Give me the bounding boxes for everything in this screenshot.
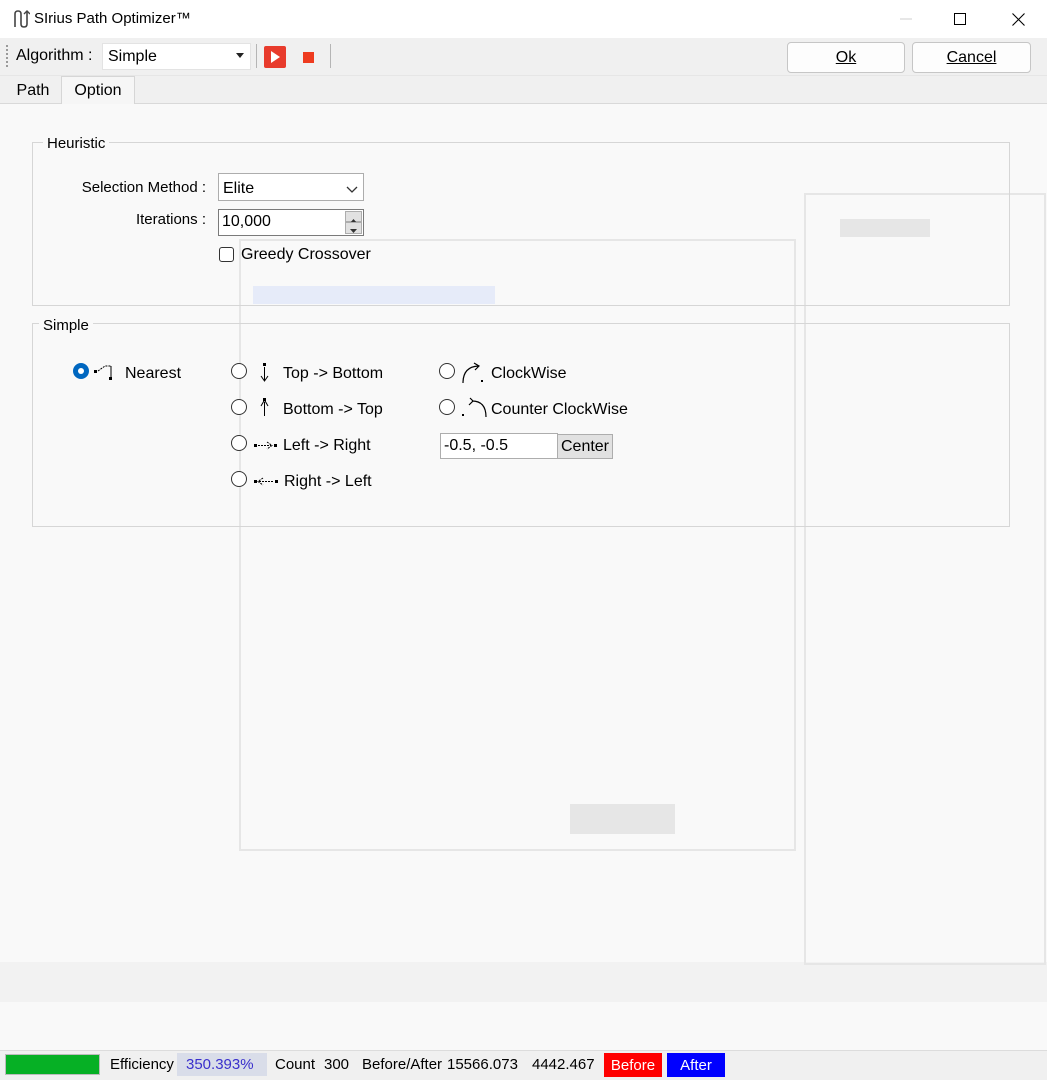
simple-group — [32, 323, 1010, 527]
option-left-right-label[interactable]: Left -> Right — [283, 437, 371, 455]
close-icon — [1011, 12, 1025, 26]
nearest-icon — [93, 362, 113, 384]
toolbar-grip[interactable] — [6, 45, 9, 67]
app-icon — [12, 9, 31, 29]
play-button[interactable] — [264, 46, 286, 68]
option-nearest-label[interactable]: Nearest — [125, 365, 181, 383]
iterations-up-button[interactable] — [345, 211, 362, 223]
count-label: Count — [275, 1056, 316, 1073]
simple-group-title: Simple — [39, 317, 93, 334]
heuristic-group-title: Heuristic — [43, 135, 110, 152]
cancel-button-label: Cancel — [946, 48, 997, 66]
radio-nearest[interactable] — [73, 363, 89, 379]
clockwise-icon — [460, 362, 483, 384]
iterations-label: Iterations : — [135, 211, 206, 228]
maximize-icon — [954, 13, 966, 25]
radio-right-left[interactable] — [231, 471, 247, 487]
arrow-down-icon — [350, 229, 357, 233]
center-button-label: Center — [560, 437, 610, 455]
progress-bar — [5, 1054, 100, 1075]
after-value: 4442.467 — [532, 1056, 595, 1073]
right-left-icon — [253, 470, 278, 492]
close-button[interactable] — [992, 0, 1044, 38]
algorithm-label: Algorithm : — [16, 47, 93, 64]
minimize-icon — [900, 18, 912, 20]
left-right-icon — [253, 434, 277, 456]
efficiency-value: 350.393% — [186, 1056, 254, 1073]
tab-path[interactable]: Path — [5, 78, 61, 104]
tab-option[interactable]: Option — [61, 76, 135, 105]
dropdown-arrow-icon[interactable] — [236, 53, 244, 58]
window-title: SIrius Path Optimizer™ — [34, 10, 191, 27]
selection-method-value: Elite — [223, 180, 255, 197]
iterations-value[interactable]: 10,000 — [222, 213, 271, 231]
selection-method-label: Selection Method : — [81, 179, 206, 196]
count-value: 300 — [324, 1056, 350, 1073]
before-value: 15566.073 — [447, 1056, 518, 1073]
option-bottom-top-label[interactable]: Bottom -> Top — [283, 401, 383, 419]
option-top-bottom-label[interactable]: Top -> Bottom — [283, 365, 383, 383]
maximize-button[interactable] — [934, 0, 986, 38]
top-bottom-icon — [254, 362, 274, 384]
radio-counter-clockwise[interactable] — [439, 399, 455, 415]
before-after-label: Before/After — [362, 1056, 443, 1073]
center-value[interactable]: -0.5, -0.5 — [444, 437, 508, 455]
toolbar-separator — [256, 44, 257, 68]
radio-left-right[interactable] — [231, 435, 247, 451]
toolbar-separator — [330, 44, 331, 68]
counter-clockwise-icon — [460, 397, 487, 419]
option-right-left-label[interactable]: Right -> Left — [284, 473, 372, 491]
after-badge: After — [667, 1053, 725, 1077]
ok-button[interactable]: Ok — [787, 42, 905, 73]
tab-strip — [0, 76, 1047, 104]
greedy-crossover-checkbox[interactable] — [219, 247, 234, 262]
option-clockwise-label[interactable]: ClockWise — [491, 365, 567, 383]
cancel-button[interactable]: Cancel — [912, 42, 1031, 73]
ok-button-label: Ok — [835, 48, 857, 66]
minimize-button[interactable] — [880, 0, 932, 38]
chevron-down-icon[interactable] — [345, 182, 359, 193]
radio-top-bottom[interactable] — [231, 363, 247, 379]
bottom-top-icon — [254, 397, 274, 419]
play-icon — [271, 51, 280, 63]
option-counter-clockwise-label[interactable]: Counter ClockWise — [491, 401, 628, 419]
algorithm-value: Simple — [108, 48, 157, 65]
before-badge: Before — [604, 1053, 662, 1077]
greedy-crossover-label[interactable]: Greedy Crossover — [241, 246, 371, 264]
iterations-down-button[interactable] — [345, 222, 362, 234]
center-button[interactable]: Center — [557, 434, 613, 459]
stop-button[interactable] — [303, 52, 314, 63]
efficiency-label: Efficiency — [110, 1056, 174, 1073]
radio-clockwise[interactable] — [439, 363, 455, 379]
radio-bottom-top[interactable] — [231, 399, 247, 415]
